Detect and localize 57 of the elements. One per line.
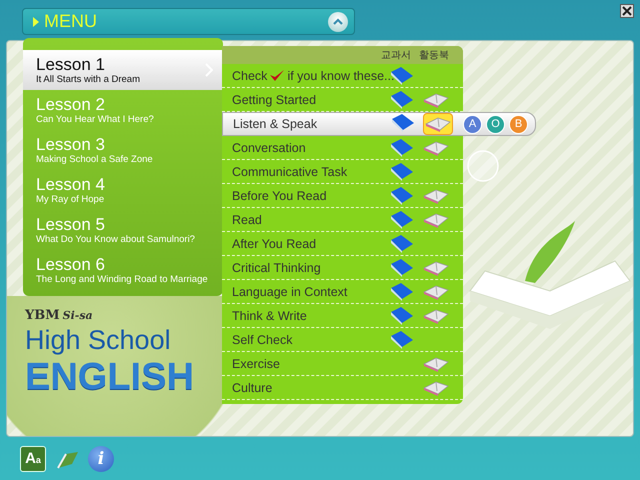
textbook-icon[interactable] xyxy=(389,186,415,206)
item-label: Listen & Speak xyxy=(233,117,318,131)
item-label: Read xyxy=(232,212,262,226)
submenu-item[interactable]: Self Check xyxy=(222,328,463,352)
item-label: Language in Context xyxy=(232,284,348,298)
textbook-icon[interactable] xyxy=(389,138,415,158)
textbook-icon[interactable] xyxy=(389,210,415,230)
textbook-icon[interactable] xyxy=(389,234,415,254)
item-label: Check xyxy=(232,68,268,82)
font-size-button[interactable]: Aa xyxy=(20,446,46,472)
chevron-right-icon xyxy=(205,63,213,77)
item-label: Exercise xyxy=(232,356,280,370)
checkmark-icon xyxy=(269,69,286,82)
publisher-logo: YBM xyxy=(25,308,60,323)
item-label: Before You Read xyxy=(232,188,327,202)
chevron-up-icon xyxy=(333,18,343,25)
item-label: Conversation xyxy=(232,140,306,154)
item-label: Self Check xyxy=(232,332,292,346)
title-line: High School xyxy=(25,325,171,356)
textbook-icon[interactable] xyxy=(389,306,415,326)
textbook-icon[interactable] xyxy=(390,113,416,133)
option-button[interactable]: A xyxy=(463,114,482,134)
item-label: Think & Write xyxy=(232,308,307,322)
lesson-item[interactable]: Lesson 1 It All Starts with a Dream xyxy=(23,50,223,90)
submenu-item[interactable]: Critical Thinking xyxy=(222,256,463,280)
submenu-item[interactable]: Read xyxy=(222,208,463,232)
textbook-icon[interactable] xyxy=(389,162,415,182)
submenu-item[interactable]: Culture xyxy=(222,376,463,400)
item-label: Critical Thinking xyxy=(232,260,321,274)
submenu-item[interactable]: After You Read xyxy=(222,232,463,256)
submenu-item[interactable]: Conversation xyxy=(222,136,463,160)
submenu-item[interactable]: Before You Read xyxy=(222,184,463,208)
imprint-logo: Si-sa xyxy=(62,309,93,322)
textbook-icon[interactable] xyxy=(389,282,415,302)
submenu-item[interactable]: Listen & Speak A O B xyxy=(222,112,536,136)
close-button[interactable] xyxy=(620,4,634,18)
item-label: Communicative Task xyxy=(232,164,348,178)
textbook-icon[interactable] xyxy=(389,330,415,350)
submenu-item[interactable]: Language in Context xyxy=(222,280,463,304)
collapse-button[interactable] xyxy=(328,12,348,32)
close-icon xyxy=(622,6,632,16)
column-header: 활동북 xyxy=(419,49,449,62)
title-logo: ENGLISH xyxy=(25,356,194,398)
column-header: 교과서 xyxy=(381,49,411,62)
item-label: if you know these... xyxy=(287,68,394,82)
textbook-icon[interactable] xyxy=(389,90,415,110)
submenu-item[interactable]: Exercise xyxy=(222,352,463,376)
item-label: Culture xyxy=(232,380,272,394)
triangle-icon xyxy=(33,16,39,26)
textbook-icon[interactable] xyxy=(389,258,415,278)
submenu-item[interactable]: Check if you know these... xyxy=(222,64,463,88)
submenu-item[interactable]: Communicative Task xyxy=(222,160,463,184)
item-label: After You Read xyxy=(232,236,316,250)
submenu-item[interactable]: Think & Write xyxy=(222,304,463,328)
bubble-drawing xyxy=(466,149,500,183)
menu-title: MENU xyxy=(44,11,98,32)
item-label: Getting Started xyxy=(232,92,316,106)
